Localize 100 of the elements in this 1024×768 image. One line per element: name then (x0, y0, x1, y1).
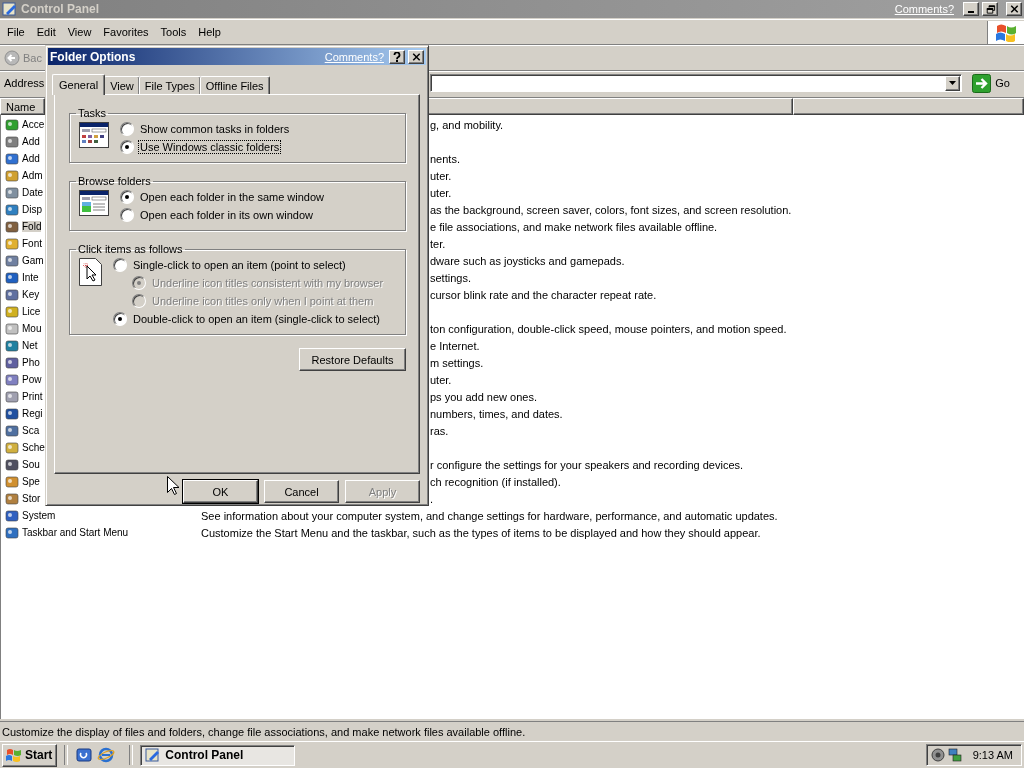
dialog-button[interactable]: OK (183, 480, 258, 503)
taskbar-button[interactable]: Control Panel (140, 744, 296, 766)
cursor-page-icon (78, 257, 103, 288)
browser-icon[interactable] (97, 746, 116, 764)
item-name[interactable]: Stor (22, 493, 41, 504)
dropdown-button[interactable] (945, 75, 961, 91)
applet-icon (4, 252, 20, 269)
applet-icon (4, 167, 20, 184)
item-name[interactable]: Fold (22, 221, 42, 232)
item-name[interactable]: Pow (22, 374, 42, 385)
option-label[interactable]: Double-click to open an item (single-click to select) (132, 313, 381, 326)
applet-icon (4, 490, 20, 507)
tab[interactable]: General (52, 74, 106, 96)
minimize-button[interactable] (963, 2, 979, 16)
close-button[interactable] (408, 49, 424, 64)
address-label: Address (4, 77, 45, 89)
restore-button[interactable] (982, 2, 998, 16)
applet-icon (4, 456, 20, 473)
item-name[interactable]: Sca (22, 425, 40, 436)
tab[interactable]: File Types (138, 76, 201, 95)
option-label[interactable]: Single-click to open an item (point to select) (132, 259, 347, 272)
item-description: See information about your computer system, and change settings for hardware, performance, and automatic updates. (201, 509, 778, 522)
item-name[interactable]: Spe (22, 476, 40, 487)
item-description: r configure the settings for your speakers and recording devices. (430, 458, 744, 471)
item-description: uter. (430, 373, 452, 386)
radio-button[interactable] (120, 122, 134, 137)
applet-icon (4, 150, 20, 167)
dialog-button[interactable]: Cancel (264, 480, 339, 503)
item-name[interactable]: Mou (22, 323, 42, 334)
dialog-title: Folder Options (50, 49, 137, 64)
item-name[interactable]: Net (22, 340, 38, 351)
item-name[interactable]: Pho (22, 357, 40, 368)
go-button[interactable]: Go (966, 73, 1020, 93)
applet-icon (4, 286, 20, 303)
restore-defaults-button[interactable]: Restore Defaults (299, 348, 406, 372)
item-name[interactable]: Taskbar and Start Menu (22, 527, 129, 538)
flag-logo (995, 22, 1017, 42)
item-name[interactable]: Lice (22, 306, 41, 317)
network-icon[interactable] (947, 748, 962, 762)
address-field[interactable] (430, 74, 963, 92)
item-name[interactable]: Disp (22, 204, 42, 215)
item-name[interactable]: Adm (22, 170, 43, 181)
applet-icon (4, 439, 20, 456)
item-name[interactable]: Font (22, 238, 42, 249)
column-header[interactable] (428, 98, 793, 115)
menu-item[interactable]: File (2, 26, 30, 38)
option-label[interactable]: Open each folder in the same window (139, 191, 326, 204)
applet-icon (4, 473, 20, 490)
applet-icon (4, 354, 20, 371)
item-description: ras. (430, 424, 449, 437)
item-description: cursor blink rate and the character repeat rate. (430, 288, 657, 301)
item-name[interactable]: Key (22, 289, 40, 300)
option-label[interactable]: Show common tasks in folders (139, 123, 291, 136)
item-name[interactable]: Regi (22, 408, 43, 419)
item-description: Customize the Start Menu and the taskbar, such as the types of items to be displayed and how they should appear. (201, 526, 761, 539)
applet-icon (4, 524, 20, 541)
item-description: ps you add new ones. (430, 390, 538, 403)
tab[interactable]: View (104, 76, 140, 95)
control-panel-icon (145, 747, 162, 763)
menu-item[interactable]: Edit (31, 26, 61, 38)
item-name[interactable]: Date (22, 187, 44, 198)
applet-icon (4, 371, 20, 388)
item-name[interactable]: Gam (22, 255, 44, 266)
item-description: settings. (430, 271, 471, 284)
radio-button[interactable] (120, 140, 134, 155)
applet-icon (4, 422, 20, 439)
item-name[interactable]: System (22, 510, 56, 521)
column-header[interactable]: Name (0, 98, 45, 115)
close-button[interactable] (1006, 2, 1022, 16)
menu-item[interactable]: View (62, 26, 97, 38)
question-mark-icon (393, 51, 401, 62)
item-name[interactable]: Acce (22, 119, 45, 130)
item-description: as the background, screen saver, colors, font sizes, and screen resolution. (430, 203, 792, 216)
group-title: Click items as follows (77, 243, 184, 256)
start-button[interactable]: Start (2, 743, 58, 767)
item-name[interactable]: Add (22, 136, 40, 147)
help-button[interactable] (389, 49, 405, 64)
radio-button[interactable] (120, 190, 134, 205)
radio-button[interactable] (113, 312, 127, 327)
option-label[interactable]: Use Windows classic folders (139, 141, 281, 154)
speaker-icon[interactable] (930, 748, 945, 762)
item-name[interactable]: Sou (22, 459, 40, 470)
menu-item[interactable]: Help (193, 26, 226, 38)
applet-icon (4, 320, 20, 337)
radio-button[interactable] (113, 258, 127, 273)
item-name[interactable]: Print (22, 391, 43, 402)
item-name[interactable]: Add (22, 153, 40, 164)
menu-item[interactable]: Tools (155, 26, 192, 38)
tab[interactable]: Offline Files (199, 76, 270, 95)
applet-icon (4, 388, 20, 405)
applet-icon (4, 201, 20, 218)
radio-button[interactable] (120, 208, 134, 223)
item-name[interactable]: Sche (22, 442, 45, 453)
option-label[interactable]: Open each folder in its own window (139, 209, 315, 222)
menu-item[interactable]: Favorites (98, 26, 154, 38)
applet-icon (4, 303, 20, 320)
column-header[interactable] (793, 98, 1024, 115)
item-description: e Internet. (430, 339, 480, 352)
item-description: m settings. (430, 356, 484, 369)
item-name[interactable]: Inte (22, 272, 39, 283)
